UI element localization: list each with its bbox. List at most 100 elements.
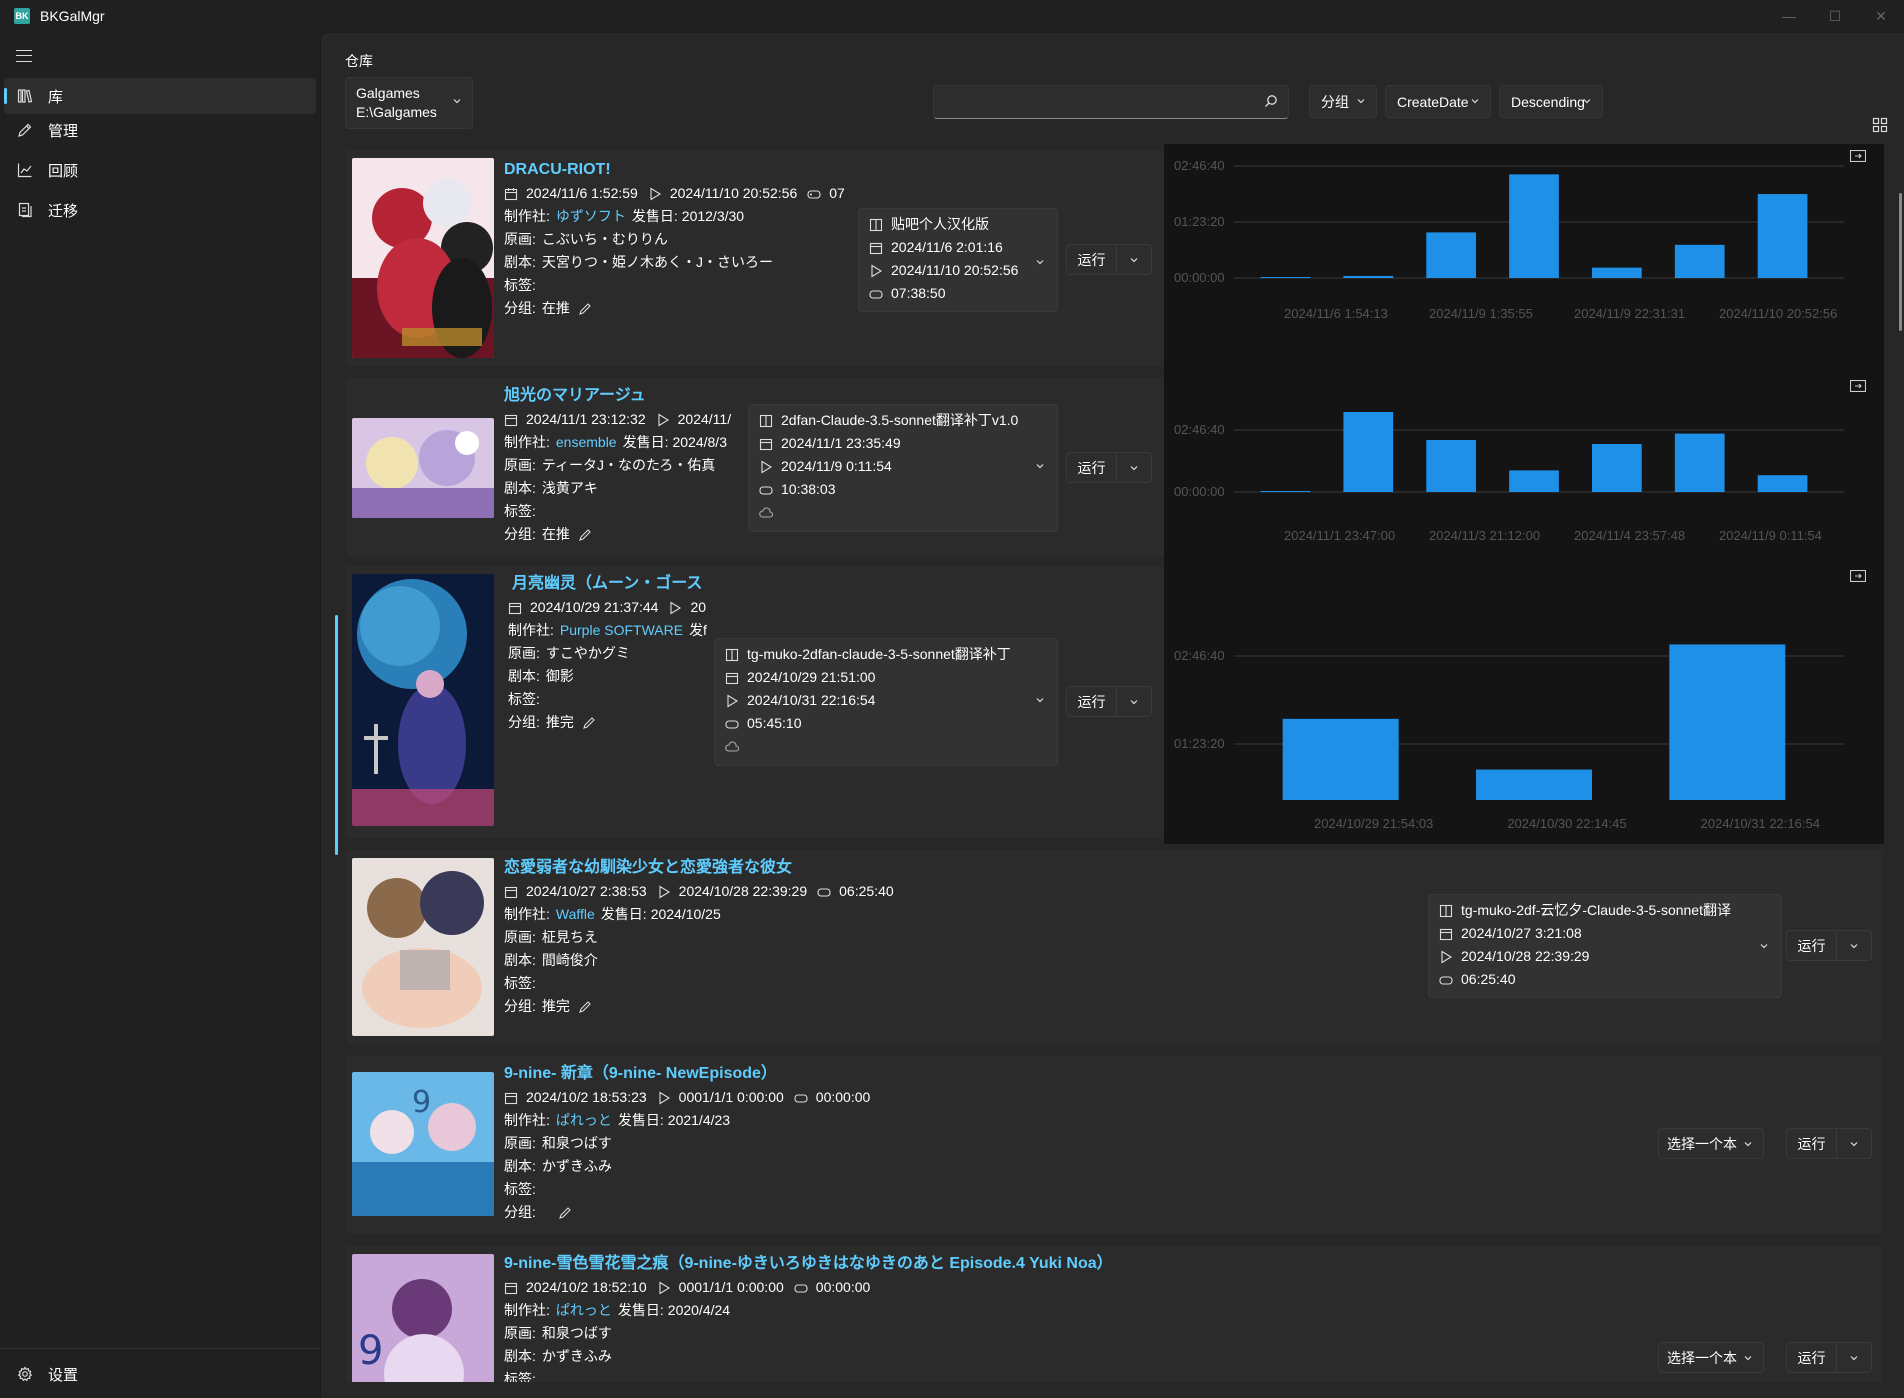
sidebar-item-label: 管理 (48, 122, 79, 140)
run-options-button[interactable] (1117, 687, 1151, 716)
chevron-down-icon[interactable] (1035, 461, 1045, 471)
run-button[interactable]: 运行 (1067, 245, 1117, 274)
order-combo[interactable]: Descending (1499, 85, 1603, 118)
grid-view-icon[interactable] (1872, 117, 1888, 133)
run-split-button[interactable]: 运行 (1786, 1128, 1872, 1159)
edit-icon[interactable] (578, 1000, 592, 1014)
collapse-icon[interactable] (1850, 150, 1866, 162)
maker-link[interactable]: ensemble (556, 431, 617, 454)
run-split-button[interactable]: 运行 (1066, 244, 1152, 275)
run-split-button[interactable]: 运行 (1066, 452, 1152, 483)
game-title[interactable]: 9-nine- 新章（9-nine- NewEpisode） (504, 1064, 870, 1084)
minimize-button[interactable]: — (1766, 0, 1812, 32)
game-cover-image[interactable] (352, 574, 494, 826)
patch-name: 2dfan-Claude-3.5-sonnet翻译补丁v1.0 (781, 412, 1019, 428)
game-cover-image[interactable]: 9 (352, 1254, 494, 1382)
close-button[interactable]: ✕ (1858, 0, 1904, 32)
game-card[interactable]: 月亮幽灵（ムーン・ゴース 2024/10/29 21:37:44 20 制作社:… (346, 566, 1172, 838)
edit-icon[interactable] (578, 302, 592, 316)
group-combo-value: 分组 (1321, 93, 1349, 110)
search-input[interactable] (934, 86, 1254, 118)
game-card[interactable]: 旭光のマリアージュ 2024/11/1 23:12:32 2024/11/ 制作… (346, 378, 1172, 556)
game-title[interactable]: 恋愛弱者な幼馴染少女と恋愛強者な彼女 (504, 858, 894, 878)
tags-label: 标签: (504, 503, 536, 519)
version-select-combo[interactable]: 选择一个本 (1658, 1342, 1764, 1373)
sidebar-item-manage[interactable]: 管理 (4, 112, 316, 148)
maker-link[interactable]: ゆずソフト (556, 205, 626, 228)
edit-icon[interactable] (558, 1206, 572, 1220)
gamepad-icon (725, 719, 739, 729)
run-button[interactable]: 运行 (1067, 687, 1117, 716)
artist: 和泉つばす (541, 1325, 612, 1341)
game-card[interactable]: 恋愛弱者な幼馴染少女と恋愛強者な彼女 2024/10/27 2:38:53 20… (346, 850, 1882, 1044)
game-title[interactable]: DRACU-RIOT! (504, 160, 845, 180)
run-button[interactable]: 运行 (1787, 1343, 1837, 1372)
run-split-button[interactable]: 运行 (1066, 686, 1152, 717)
patch-panel[interactable]: tg-muko-2df-云忆夕-Claude-3-5-sonnet翻译 2024… (1428, 894, 1782, 998)
game-title[interactable]: 9-nine-雪色雪花雪之痕（9-nine-ゆきいろゆきはなゆきのあと Epis… (504, 1254, 1113, 1274)
game-cover-image[interactable] (352, 418, 494, 518)
sort-combo[interactable]: CreateDate (1385, 85, 1491, 118)
game-card[interactable]: 9 9-nine-雪色雪花雪之痕（9-nine-ゆきいろゆきはなゆきのあと Ep… (346, 1246, 1882, 1382)
edit-icon[interactable] (582, 716, 596, 730)
maximize-button[interactable]: ☐ (1812, 0, 1858, 32)
maker-link[interactable]: Purple SOFTWARE (560, 619, 683, 642)
chevron-down-icon[interactable] (1035, 695, 1045, 705)
run-options-button[interactable] (1837, 1343, 1871, 1372)
game-cover-image[interactable] (352, 158, 494, 358)
run-options-button[interactable] (1117, 453, 1151, 482)
svg-text:9: 9 (358, 1328, 383, 1374)
game-card[interactable]: 9 9-nine- 新章（9-nine- NewEpisode） 2024/10… (346, 1056, 1882, 1234)
repository-selector[interactable]: Galgames E:\Galgames (345, 77, 473, 129)
run-split-button[interactable]: 运行 (1786, 930, 1872, 961)
gamepad-icon (817, 887, 831, 897)
sidebar-item-library[interactable]: 库 (4, 78, 316, 114)
edit-icon[interactable] (578, 528, 592, 542)
writer-label: 剧本: (504, 952, 536, 968)
sidebar-item-settings[interactable]: 设置 (4, 1356, 316, 1392)
game-card[interactable]: DRACU-RIOT! 2024/11/6 1:52:59 2024/11/10… (346, 150, 1172, 366)
collapse-icon[interactable] (1850, 570, 1866, 582)
gamepad-icon (759, 485, 773, 495)
sidebar-item-review[interactable]: 回顾 (4, 152, 316, 188)
run-button[interactable]: 运行 (1787, 1129, 1837, 1158)
run-options-button[interactable] (1837, 931, 1871, 960)
search-icon[interactable] (1264, 94, 1278, 108)
patch-panel[interactable]: 2dfan-Claude-3.5-sonnet翻译补丁v1.0 2024/11/… (748, 404, 1058, 532)
scrollbar[interactable] (1899, 193, 1902, 331)
created-date: 2024/10/29 21:37:44 (530, 599, 659, 615)
sidebar-item-migrate[interactable]: 迁移 (4, 192, 316, 228)
chevron-down-icon[interactable] (1759, 941, 1769, 951)
patch-playtime: 05:45:10 (747, 715, 802, 731)
chevron-down-icon[interactable] (1035, 257, 1045, 267)
game-cover-image[interactable] (352, 858, 494, 1036)
patch-panel[interactable]: tg-muko-2dfan-claude-3-5-sonnet翻译补丁 2024… (714, 638, 1058, 766)
maker-link[interactable]: ぱれっと (556, 1299, 612, 1322)
play-icon (659, 1281, 670, 1294)
maker-link[interactable]: Waffle (556, 903, 595, 926)
patch-panel[interactable]: 贴吧个人汉化版 2024/11/6 2:01:16 2024/11/10 20:… (858, 208, 1058, 312)
x-tick-label: 2024/11/3 21:12:00 (1429, 528, 1540, 543)
search-box[interactable] (933, 85, 1289, 119)
chart-bar (1343, 412, 1394, 492)
run-split-button[interactable]: 运行 (1786, 1342, 1872, 1373)
run-options-button[interactable] (1837, 1129, 1871, 1158)
group-combo[interactable]: 分组 (1309, 85, 1377, 118)
version-select-combo[interactable]: 选择一个本 (1658, 1128, 1764, 1159)
game-cover-image[interactable]: 9 (352, 1072, 494, 1216)
cloud-sync-icon[interactable] (759, 506, 773, 520)
hamburger-menu-icon[interactable] (16, 50, 32, 62)
group-label: 分组: (504, 998, 536, 1014)
cloud-sync-icon[interactable] (725, 740, 739, 754)
game-title[interactable]: 月亮幽灵（ムーン・ゴース (508, 574, 707, 594)
run-button[interactable]: 运行 (1787, 931, 1837, 960)
run-options-button[interactable] (1117, 245, 1151, 274)
collapse-icon[interactable] (1850, 380, 1866, 392)
maker-label: 制作社: (504, 1112, 550, 1128)
game-title[interactable]: 旭光のマリアージュ (504, 386, 731, 406)
run-button[interactable]: 运行 (1067, 453, 1117, 482)
y-tick-label: 01:23:20 (1174, 736, 1225, 751)
maker-link[interactable]: ぱれっと (556, 1109, 612, 1132)
created-date: 2024/10/2 18:52:10 (526, 1279, 647, 1295)
y-tick-label: 02:46:40 (1174, 422, 1225, 437)
